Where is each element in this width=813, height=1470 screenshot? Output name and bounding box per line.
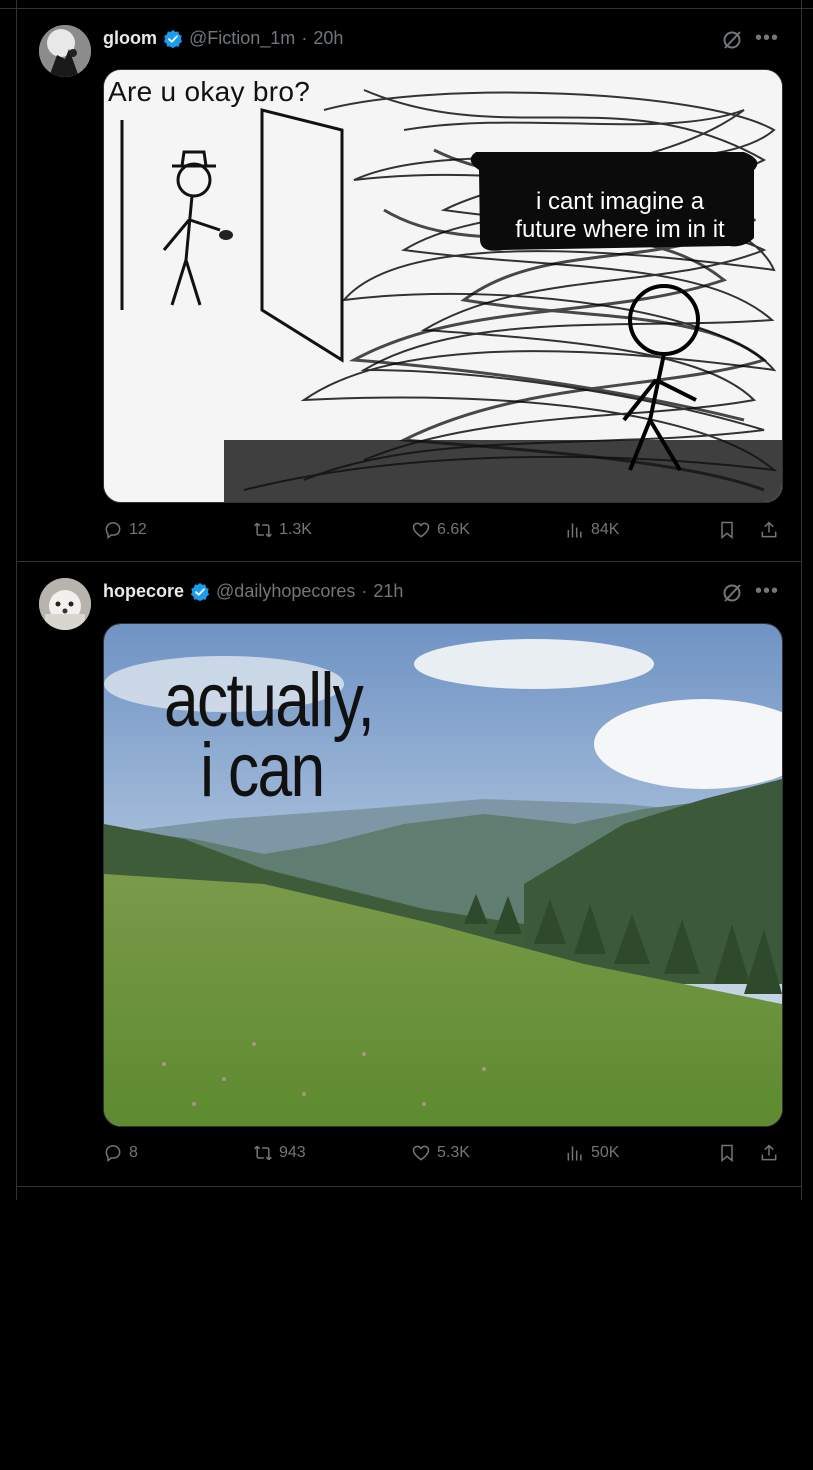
post-actions: 8 943 5.3K 50K [103,1143,781,1169]
views-count: 84K [591,521,620,538]
reply-icon [105,522,121,539]
repost-icon [254,522,272,538]
bookmark-icon [721,1144,733,1163]
avatar[interactable] [39,25,91,77]
like-icon [412,1145,430,1161]
repost-button[interactable]: 1.3K [253,520,312,540]
handle[interactable]: @dailyhopecores [216,581,355,602]
meme-drawing [104,70,782,502]
post-header: gloom @Fiction_1m · 20h [103,28,343,49]
views-icon [567,1146,582,1161]
grok-icon[interactable] [721,582,743,604]
overlay-line-2: i can [200,728,325,813]
separator-dot: · [361,581,368,601]
views-button[interactable]: 50K [565,1143,619,1163]
display-name[interactable]: hopecore [103,581,184,602]
share-icon [761,1144,777,1161]
bookmark-button[interactable] [717,1143,737,1163]
overlay-text: actually, i can [164,658,375,813]
like-button[interactable]: 6.6K [411,520,470,540]
repost-count: 1.3K [279,521,312,538]
reply-icon [105,1145,121,1162]
verified-badge-icon [163,29,183,48]
timestamp[interactable]: 21h [373,581,403,602]
like-count: 6.6K [437,521,470,538]
more-icon[interactable]: ••• [755,580,779,603]
meme-top-text: Are u okay bro? [108,76,311,107]
post-gloom[interactable]: gloom @Fiction_1m · 20h ••• Are u okay b… [17,9,801,562]
like-button[interactable]: 5.3K [411,1143,470,1163]
like-icon [412,522,430,538]
bookmark-button[interactable] [717,520,737,540]
bookmark-icon [721,521,733,540]
post-header: hopecore @dailyhopecores · 21h [103,581,403,602]
post-hopecore[interactable]: hopecore @dailyhopecores · 21h ••• actua… [17,562,801,1187]
views-icon [567,523,582,538]
right-border [801,0,802,1200]
reply-count: 8 [129,1144,138,1161]
share-button[interactable] [759,1143,779,1163]
like-count: 5.3K [437,1144,470,1161]
bubble-line-2: future where im in it [515,216,725,243]
overlay-line-1: actually, [164,658,375,743]
timestamp[interactable]: 20h [313,28,343,49]
post-actions: 12 1.3K 6.6K 84K [103,520,781,546]
share-icon [761,521,777,538]
separator-dot: · [301,28,308,48]
repost-count: 943 [279,1144,306,1161]
reply-count: 12 [129,521,147,538]
avatar[interactable] [39,578,91,630]
reply-button[interactable]: 12 [103,520,147,540]
post-actions [103,1444,781,1470]
post-media-meme[interactable]: Are u okay bro? i cant imagine a future … [103,69,783,503]
views-count: 50K [591,1144,620,1161]
share-button[interactable] [759,520,779,540]
more-icon[interactable]: ••• [755,27,779,50]
handle[interactable]: @Fiction_1m [189,28,295,49]
bubble-line-1: i cant imagine a [535,188,705,215]
repost-button[interactable]: 943 [253,1143,306,1163]
display-name[interactable]: gloom [103,28,157,49]
avatar-image [39,25,91,77]
grok-icon[interactable] [721,29,743,51]
post-media-landscape[interactable]: actually, i can [103,623,783,1127]
avatar-image [39,578,91,630]
repost-icon [254,1145,272,1161]
reply-button[interactable]: 8 [103,1143,138,1163]
verified-badge-icon [190,582,210,601]
views-button[interactable]: 84K [565,520,619,540]
top-divider [0,0,813,9]
meme-bubble-text: i cant imagine a future where im in it [470,188,770,244]
